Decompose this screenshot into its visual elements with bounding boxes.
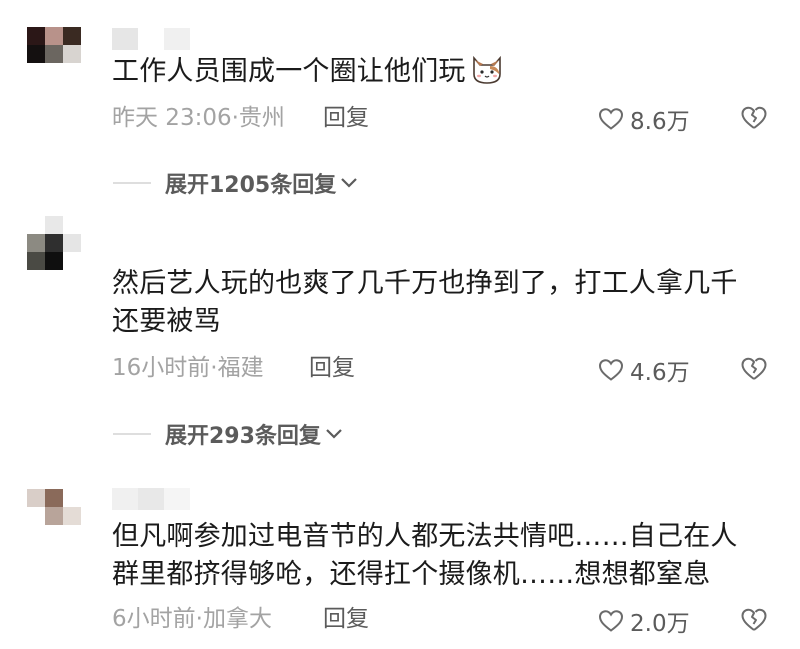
username-mosaic-cell (164, 222, 190, 244)
avatar-mosaic-cell (27, 489, 45, 507)
avatar-mosaic-cell (45, 525, 63, 543)
avatar-mosaic-cell (63, 252, 81, 270)
like-button[interactable]: 2.0万 (598, 606, 690, 637)
avatar-mosaic-cell (45, 45, 63, 63)
broken-heart-icon (741, 357, 767, 380)
username-blurred[interactable] (112, 28, 190, 50)
expand-replies-button[interactable]: 展开293条回复 (113, 419, 343, 449)
avatar-mosaic-cell (63, 63, 81, 81)
username-blurred[interactable] (112, 222, 190, 244)
expand-replies-label: 展开293条回复 (165, 424, 321, 449)
broken-heart-icon (741, 608, 767, 631)
username-mosaic-cell (112, 28, 138, 50)
broken-heart-icon (741, 106, 767, 129)
avatar[interactable] (27, 489, 81, 543)
avatar[interactable] (27, 216, 81, 270)
avatar-mosaic-cell (27, 216, 45, 234)
avatar-mosaic-cell (45, 27, 63, 45)
avatar-mosaic-cell (27, 63, 45, 81)
reply-button[interactable]: 回复 (323, 604, 369, 634)
dislike-button[interactable] (740, 607, 768, 637)
comment-text: 然后艺人玩的也爽了几千万也挣到了，打工人拿几千 还要被骂 (112, 268, 738, 337)
avatar-mosaic-cell (45, 216, 63, 234)
like-count: 8.6万 (630, 109, 690, 135)
expand-replies-button[interactable]: 展开1205条回复 (113, 168, 358, 198)
comment-time-location: 昨天 23:06·贵州 (112, 105, 285, 131)
avatar-mosaic-cell (45, 234, 63, 252)
comment-text: 工作人员围成一个圈让他们玩 (112, 53, 772, 91)
heart-outline-icon (598, 359, 624, 381)
avatar-mosaic-cell (63, 525, 81, 543)
avatar-mosaic-cell (63, 234, 81, 252)
avatar[interactable] (27, 27, 81, 81)
like-count: 4.6万 (630, 360, 690, 386)
avatar-mosaic-cell (27, 252, 45, 270)
like-button[interactable]: 8.6万 (598, 104, 690, 135)
avatar-mosaic-cell (27, 45, 45, 63)
username-mosaic-cell (138, 222, 164, 244)
avatar-mosaic-cell (63, 45, 81, 63)
dislike-button[interactable] (740, 356, 768, 386)
avatar-mosaic-cell (45, 507, 63, 525)
heart-outline-icon (598, 108, 624, 130)
username-mosaic-cell (138, 488, 164, 510)
divider-line (113, 433, 151, 435)
avatar-mosaic-cell (63, 507, 81, 525)
username-mosaic-cell (112, 488, 138, 510)
comment-time-location: 6小时前·加拿大 (112, 606, 272, 632)
avatar-mosaic-cell (45, 63, 63, 81)
divider-line (113, 182, 151, 184)
avatar-mosaic-cell (27, 27, 45, 45)
comment-text: 但凡啊参加过电音节的人都无法共情吧……自己在人 群里都挤得够呛，还得扛个摄像机…… (112, 521, 738, 590)
avatar-mosaic-cell (45, 489, 63, 507)
cat-face-emoji (472, 55, 501, 84)
like-count: 2.0万 (630, 611, 690, 637)
username-mosaic-cell (138, 28, 164, 50)
avatar-mosaic-cell (63, 216, 81, 234)
chevron-down-icon (341, 178, 358, 188)
dislike-button[interactable] (740, 105, 768, 135)
like-button[interactable]: 4.6万 (598, 355, 690, 386)
username-mosaic-cell (112, 222, 138, 244)
avatar-mosaic-cell (45, 252, 63, 270)
username-mosaic-cell (164, 488, 190, 510)
avatar-mosaic-cell (27, 234, 45, 252)
avatar-mosaic-cell (27, 507, 45, 525)
username-mosaic-cell (164, 28, 190, 50)
expand-replies-label: 展开1205条回复 (165, 173, 337, 198)
reply-button[interactable]: 回复 (309, 353, 355, 383)
avatar-mosaic-cell (27, 525, 45, 543)
avatar-mosaic-cell (63, 489, 81, 507)
reply-button[interactable]: 回复 (323, 103, 369, 133)
avatar-mosaic-cell (63, 27, 81, 45)
heart-outline-icon (598, 610, 624, 632)
username-blurred[interactable] (112, 488, 190, 510)
chevron-down-icon (326, 429, 342, 439)
comment-time-location: 16小时前·福建 (112, 355, 264, 381)
